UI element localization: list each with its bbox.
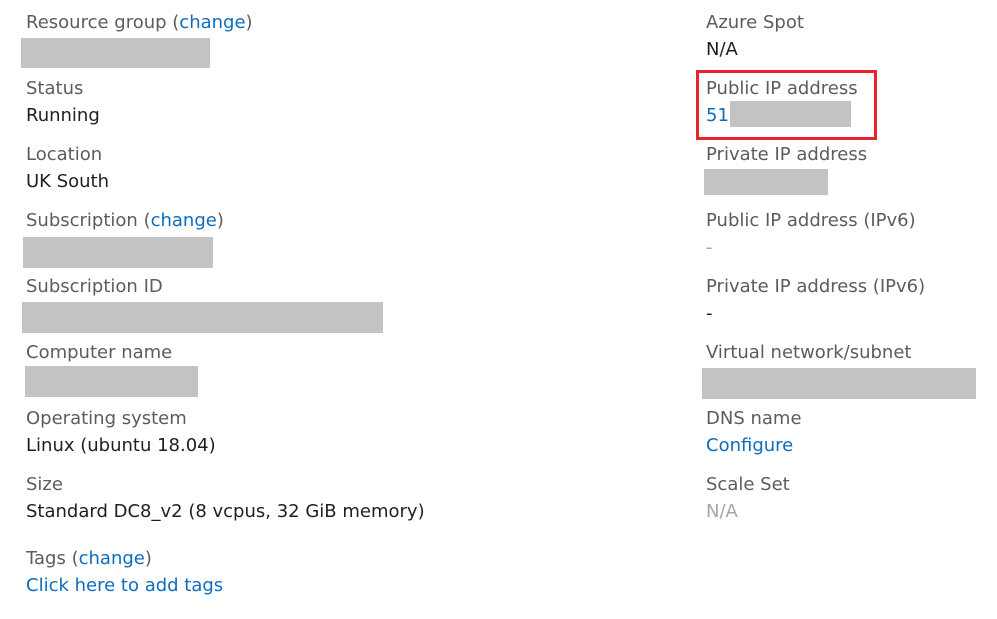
private-ip-redacted-value (704, 169, 828, 195)
resource-group-change-link[interactable]: change (179, 12, 245, 33)
dns-name-label: DNS name (706, 408, 802, 429)
scale-set-value: N/A (706, 501, 738, 522)
private-ip-v6-value: - (706, 303, 713, 324)
public-ip-v6-label: Public IP address (IPv6) (706, 210, 916, 231)
tags-label: Tags (change) (26, 548, 152, 569)
size-label: Size (26, 474, 63, 495)
add-tags-link[interactable]: Click here to add tags (26, 575, 223, 597)
scale-set-label: Scale Set (706, 474, 790, 495)
subscription-label: Subscription (change) (26, 210, 224, 231)
computer-name-redacted-value (25, 366, 198, 397)
subscription-id-label: Subscription ID (26, 276, 163, 297)
dns-configure-link[interactable]: Configure (706, 435, 793, 457)
azure-spot-value: N/A (706, 39, 738, 60)
subscription-change-link[interactable]: change (151, 210, 217, 231)
location-value: UK South (26, 171, 110, 192)
vnet-subnet-redacted-value (702, 368, 976, 399)
subscription-id-redacted-value (22, 302, 383, 333)
public-ip-label: Public IP address (706, 78, 858, 99)
azure-spot-label: Azure Spot (706, 12, 804, 33)
status-label: Status (26, 78, 84, 99)
public-ip-v6-value: - (706, 237, 713, 258)
operating-system-value: Linux (ubuntu 18.04) (26, 435, 216, 456)
public-ip-redacted-value (730, 101, 851, 127)
resource-group-label: Resource group (change) (26, 12, 253, 33)
computer-name-label: Computer name (26, 342, 173, 363)
vnet-subnet-label: Virtual network/subnet (706, 342, 912, 363)
subscription-redacted-value (23, 237, 213, 268)
operating-system-label: Operating system (26, 408, 187, 429)
size-value: Standard DC8_v2 (8 vcpus, 32 GiB memory) (26, 501, 425, 522)
location-label: Location (26, 144, 103, 165)
private-ip-v6-label: Private IP address (IPv6) (706, 276, 926, 297)
private-ip-label: Private IP address (706, 144, 868, 165)
resource-group-redacted-value (21, 38, 210, 68)
tags-change-link[interactable]: change (79, 548, 145, 569)
status-value: Running (26, 105, 100, 126)
